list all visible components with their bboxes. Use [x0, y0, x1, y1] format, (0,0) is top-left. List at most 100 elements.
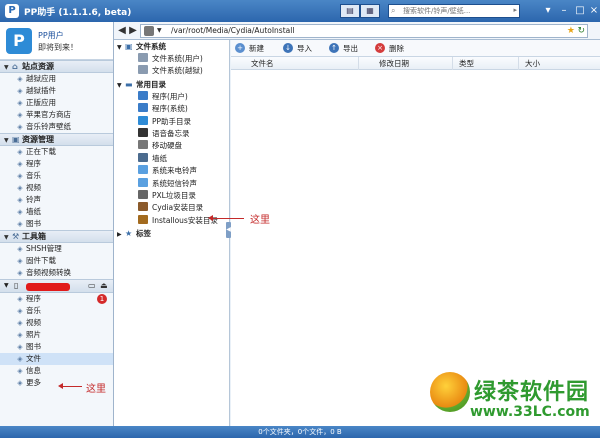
tree-group[interactable]: ▶ ★ 标签 — [114, 227, 229, 240]
delete-button[interactable]: × 删除 — [375, 43, 404, 54]
sidebar-item-label: 正在下载 — [26, 147, 56, 156]
refresh-icon[interactable]: ↻ — [577, 25, 585, 37]
device-item[interactable]: ◈ 音乐 — [0, 305, 113, 317]
sidebar-item[interactable]: ◈ 越狱插件 — [0, 85, 113, 97]
column-header-name[interactable]: 文件名 — [231, 57, 359, 70]
delete-label: 删除 — [389, 44, 404, 53]
tree-item[interactable]: 文件系统(用户) — [114, 53, 229, 65]
app-logo-icon: P — [5, 4, 19, 18]
tree-item-label: 文件系统(用户) — [152, 54, 203, 63]
sidebar-item-icon: ◈ — [17, 87, 23, 95]
device-item-label: 信息 — [26, 366, 41, 375]
folder-icon — [138, 115, 148, 125]
tree-item[interactable]: 系统短信铃声 — [114, 177, 229, 190]
tree-group[interactable]: ▼ ▬ 常用目录 — [114, 78, 229, 91]
sidebar-section-header[interactable]: ▼ ⌂ 站点资源 — [0, 60, 113, 73]
column-header-modified[interactable]: 修改日期 — [359, 57, 453, 70]
status-bar: 0个文件夹，0个文件，0 B — [0, 426, 600, 438]
collapse-caret-icon[interactable]: ▶ — [117, 228, 125, 241]
grid-view-button[interactable]: ▦ — [360, 4, 380, 18]
new-button[interactable]: + 新建 — [235, 43, 264, 54]
sidebar-item[interactable]: ◈ 铃声 — [0, 194, 113, 206]
device-item[interactable]: ◈ 图书 — [0, 341, 113, 353]
device-item[interactable]: ◈ 信息 — [0, 365, 113, 377]
tree-item[interactable]: 移动硬盘 — [114, 140, 229, 152]
sidebar-item-icon: ◈ — [17, 160, 23, 168]
device-item-icon: ◈ — [17, 331, 23, 339]
folder-icon — [138, 177, 148, 187]
device-item-icon: ◈ — [17, 355, 23, 363]
sidebar-section-header[interactable]: ▼ ⚒ 工具箱 — [0, 230, 113, 243]
sidebar-item-label: 墙纸 — [26, 207, 41, 216]
import-button[interactable]: ↓ 导入 — [283, 43, 312, 54]
search-box[interactable]: ⌕ ▸ — [388, 4, 520, 18]
sidebar-item[interactable]: ◈ 音频视频转换 — [0, 267, 113, 279]
device-item-label: 照片 — [26, 330, 41, 339]
path-dropdown-icon[interactable]: ▼ — [157, 25, 162, 37]
search-go-icon[interactable]: ▸ — [513, 6, 517, 14]
user-panel[interactable]: P PP用户 即将到来！ — [0, 22, 113, 60]
sidebar-item[interactable]: ◈ 墙纸 — [0, 206, 113, 218]
sidebar-item-icon: ◈ — [17, 184, 23, 192]
tree-item[interactable]: Cydia安装目录 — [114, 202, 229, 214]
tree-item[interactable]: 语音备忘录 — [114, 127, 229, 140]
watermark: 绿茶软件园 www.33LC.com — [430, 372, 600, 426]
collapse-caret-icon[interactable]: ▼ — [4, 232, 12, 243]
column-header-type[interactable]: 类型 — [453, 57, 519, 70]
collapse-caret-icon[interactable]: ▼ — [4, 135, 12, 146]
forward-arrow-icon[interactable]: ▶ — [127, 24, 139, 37]
sidebar-item[interactable]: ◈ 程序 — [0, 158, 113, 170]
sidebar-item[interactable]: ◈ 固件下载 — [0, 255, 113, 267]
sidebar-item-icon: ◈ — [17, 148, 23, 156]
device-item[interactable]: ◈ 文件 — [0, 353, 113, 365]
search-input[interactable] — [403, 5, 513, 17]
tree-item[interactable]: 系统来电铃声 — [114, 165, 229, 177]
list-view-button[interactable]: ▤ — [340, 4, 360, 18]
column-header-size[interactable]: 大小 — [519, 57, 600, 70]
sidebar-item[interactable]: ◈ 正在下载 — [0, 146, 113, 158]
sidebar-item[interactable]: ◈ 视频 — [0, 182, 113, 194]
tree-item[interactable]: 程序(系统) — [114, 103, 229, 115]
sidebar-item[interactable]: ◈ 苹果官方商店 — [0, 109, 113, 121]
device-item[interactable]: ◈ 程序 1 — [0, 293, 113, 305]
home-icon: ⌂ — [12, 62, 18, 71]
tree-item[interactable]: 程序(用户) — [114, 90, 229, 103]
tree-group-icon: ▣ — [125, 42, 133, 51]
device-header[interactable]: ▼ ▯ ▭ ⏏ — [0, 279, 113, 293]
folder-icon — [138, 90, 148, 100]
sidebar-item[interactable]: ◈ 正版应用 — [0, 97, 113, 109]
tree-item[interactable]: 墙纸 — [114, 152, 229, 165]
path-field[interactable]: ▼ /var/root/Media/Cydia/AutoInstall ★ ↻ — [140, 24, 588, 38]
favorite-star-icon[interactable]: ★ — [567, 25, 575, 37]
file-toolbar: + 新建 ↓ 导入 ↑ 导出 × 删除 — [231, 40, 600, 57]
device-item[interactable]: ◈ 照片 — [0, 329, 113, 341]
watermark-logo-icon — [430, 372, 470, 412]
tree-group[interactable]: ▼ ▣ 文件系统 — [114, 40, 229, 53]
collapse-caret-icon[interactable]: ▼ — [4, 62, 12, 73]
sidebar-item-label: 音乐 — [26, 171, 41, 180]
tree-item[interactable]: PXL垃圾目录 — [114, 189, 229, 202]
sidebar-item-icon: ◈ — [17, 99, 23, 107]
close-icon[interactable]: × — [586, 4, 600, 18]
sidebar-item[interactable]: ◈ 音乐铃声壁纸 — [0, 121, 113, 133]
sidebar-item[interactable]: ◈ 图书 — [0, 218, 113, 230]
eject-icon[interactable]: ⏏ — [100, 281, 108, 290]
sidebar-section-header[interactable]: ▼ ▣ 资源管理 — [0, 133, 113, 146]
sidebar-item-label: 图书 — [26, 219, 41, 228]
device-item-icon: ◈ — [17, 379, 23, 387]
export-button[interactable]: ↑ 导出 — [329, 43, 358, 54]
folder-icon — [138, 152, 148, 162]
sidebar-item[interactable]: ◈ SHSH管理 — [0, 243, 113, 255]
minimize-icon[interactable]: – — [556, 4, 572, 18]
collapse-caret-icon[interactable]: ▼ — [4, 282, 9, 289]
tree-item[interactable]: 文件系统(越狱) — [114, 65, 229, 77]
sidebar-item-icon: ◈ — [17, 269, 23, 277]
sidebar-item[interactable]: ◈ 越狱应用 — [0, 73, 113, 85]
device-item[interactable]: ◈ 视频 — [0, 317, 113, 329]
menu-icon[interactable]: ▾ — [540, 4, 556, 18]
sidebar-item[interactable]: ◈ 音乐 — [0, 170, 113, 182]
user-name[interactable]: PP用户 — [38, 30, 64, 41]
tree-item[interactable]: PP助手目录 — [114, 115, 229, 128]
sidebar-section-title: 资源管理 — [22, 135, 54, 144]
device-item-label: 视频 — [26, 318, 41, 327]
